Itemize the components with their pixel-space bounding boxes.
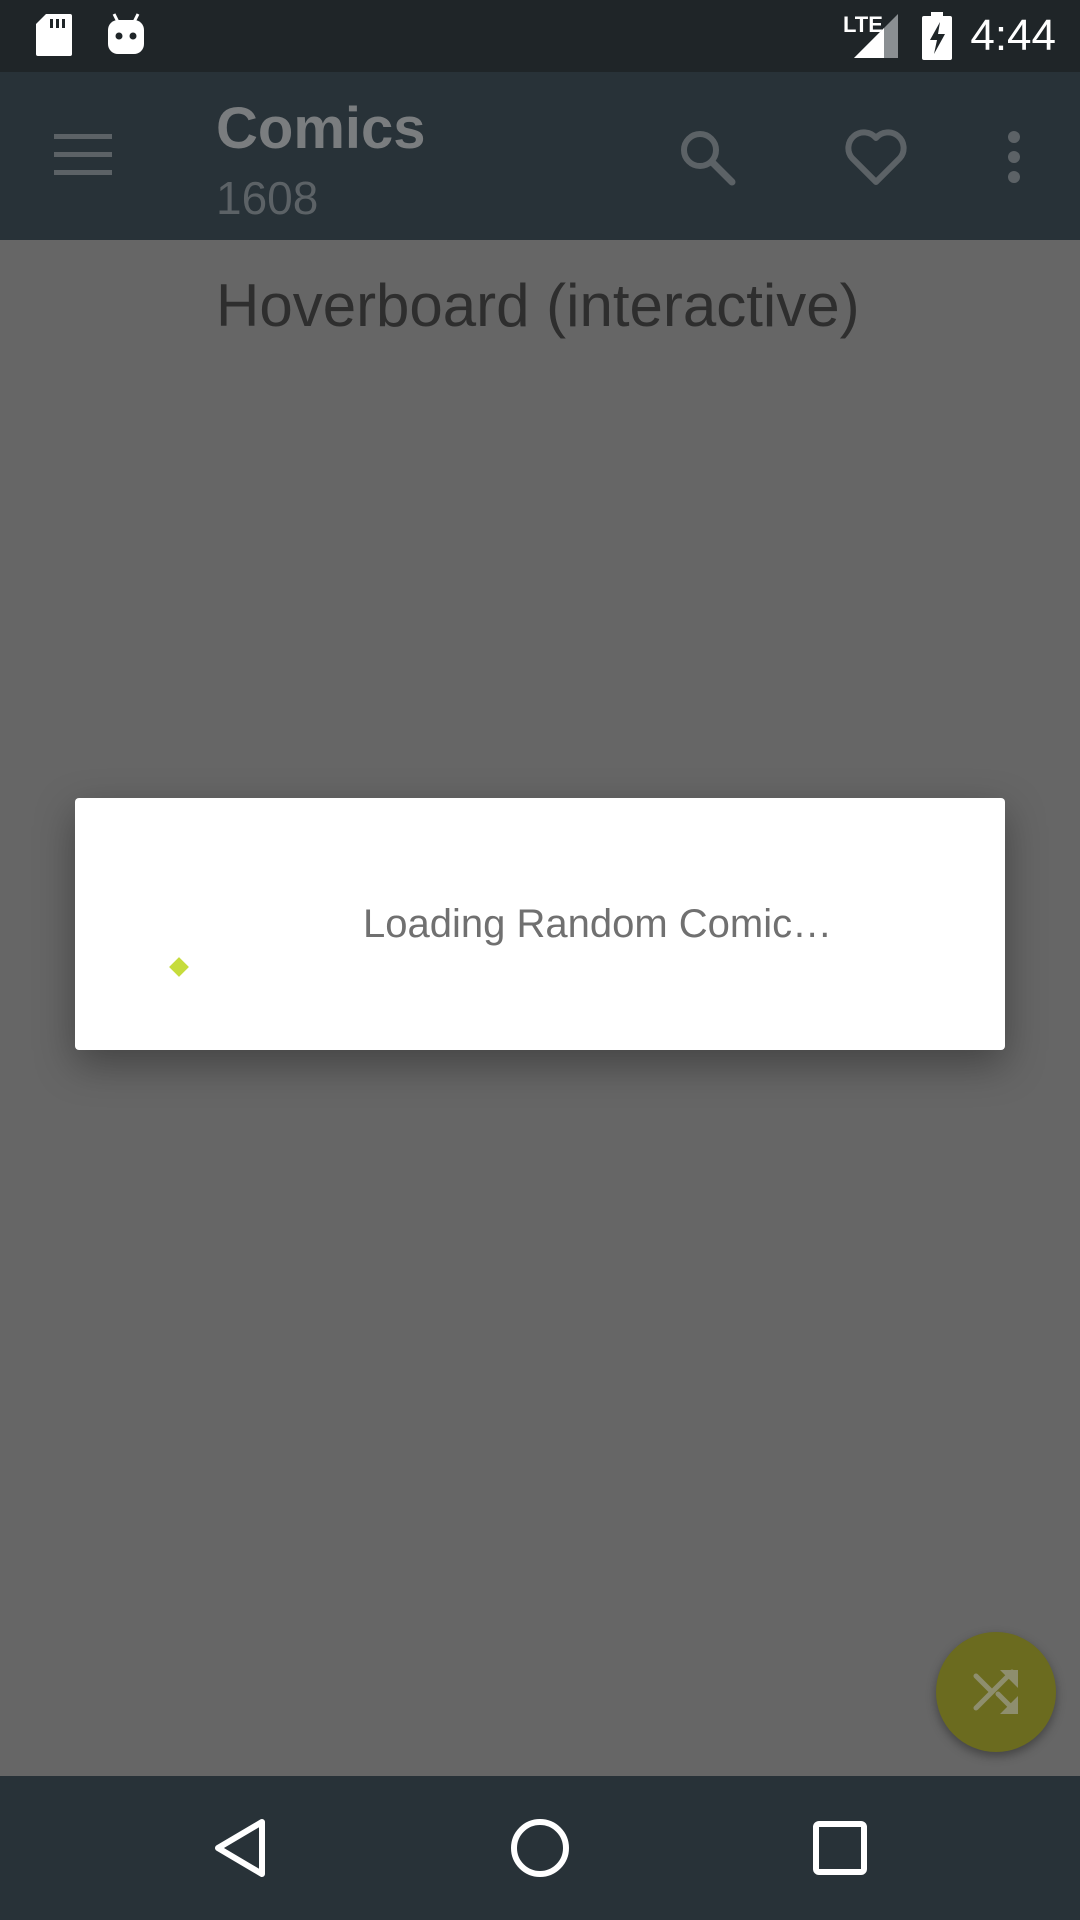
favorite-icon[interactable] (844, 128, 908, 191)
comic-title: Hoverboard (interactive) (216, 272, 860, 339)
status-time: 4:44 (970, 11, 1056, 60)
overflow-menu-icon[interactable] (1004, 130, 1024, 189)
app-toolbar: Comics 1608 (0, 72, 1080, 240)
navigation-bar (0, 1776, 1080, 1920)
android-debug-icon (106, 12, 146, 61)
sd-card-icon (36, 14, 72, 61)
home-icon[interactable] (504, 1812, 576, 1884)
toolbar-subtitle: 1608 (216, 172, 319, 224)
random-comic-button[interactable] (936, 1632, 1056, 1752)
recents-icon[interactable] (804, 1812, 876, 1884)
toolbar-title: Comics (216, 96, 426, 161)
battery-charging-icon (922, 12, 952, 65)
lte-signal-icon (854, 14, 898, 63)
menu-icon[interactable] (54, 134, 112, 181)
back-icon[interactable] (206, 1812, 278, 1884)
status-bar: LTE 4:44 (0, 0, 1080, 72)
loading-message: Loading Random Comic… (363, 902, 833, 946)
search-icon[interactable] (678, 128, 736, 191)
